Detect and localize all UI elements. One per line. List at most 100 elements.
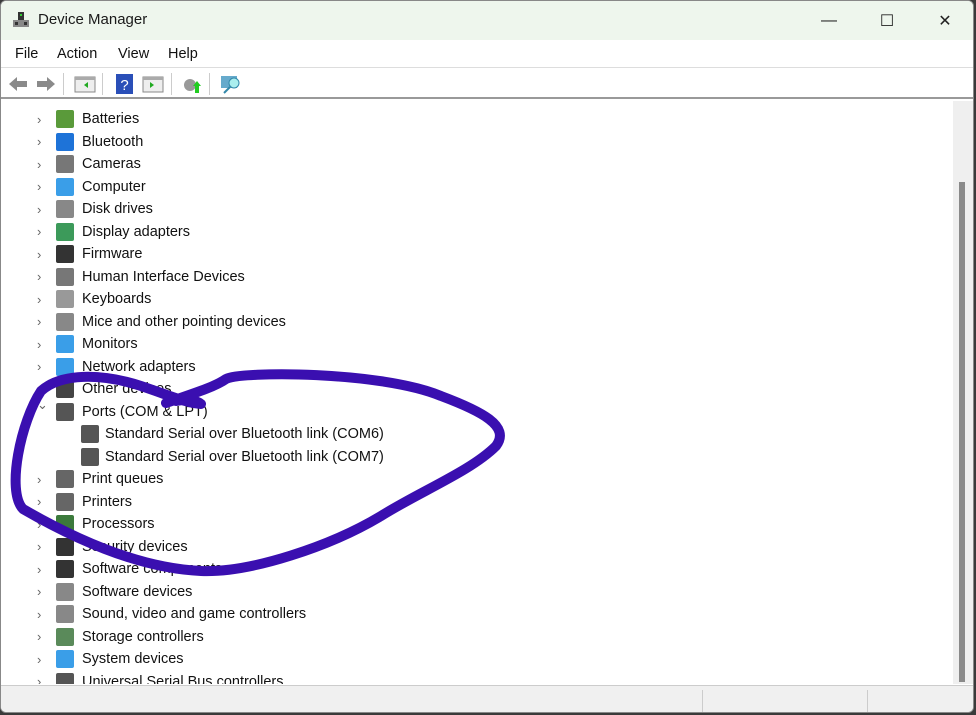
help-icon[interactable]: ? <box>114 73 136 95</box>
printer-icon <box>56 470 74 488</box>
chevron-down-icon[interactable]: ⌄ <box>37 397 48 413</box>
menu-file[interactable]: File <box>15 46 38 62</box>
chevron-right-icon[interactable]: › <box>37 134 47 149</box>
chevron-right-icon[interactable]: › <box>37 562 47 577</box>
tree-category[interactable]: › Printers <box>4 491 944 513</box>
menu-help[interactable]: Help <box>168 46 198 62</box>
tree-category[interactable]: › Print queues <box>4 468 944 490</box>
tree-category[interactable]: › Disk drives <box>4 198 944 220</box>
tree-item-label: Firmware <box>82 246 143 262</box>
minimize-button[interactable]: — <box>800 1 858 40</box>
menu-view[interactable]: View <box>118 46 149 62</box>
tree-category[interactable]: › Cameras <box>4 153 944 175</box>
show-hide-console-tree-icon[interactable] <box>74 73 96 95</box>
tree-category[interactable]: › Monitors <box>4 333 944 355</box>
tree-item-label: Cameras <box>82 156 141 172</box>
title-bar: Device Manager — ☐ ✕ <box>1 1 973 40</box>
maximize-button[interactable]: ☐ <box>858 1 916 40</box>
mouse-icon <box>56 312 74 331</box>
tree-category[interactable]: › Security devices <box>4 536 944 558</box>
update-driver-icon[interactable] <box>181 73 203 95</box>
unknown-device-icon <box>56 380 74 398</box>
device-tree[interactable]: › Batteries › Bluetooth › Cameras › Computer › Di… <box>4 101 952 684</box>
firmware-icon <box>56 245 74 263</box>
forward-icon[interactable] <box>35 73 57 95</box>
network-adapter-icon <box>56 357 74 376</box>
chevron-right-icon[interactable]: › <box>37 382 47 397</box>
chevron-right-icon[interactable]: › <box>37 539 47 554</box>
scan-hardware-icon[interactable] <box>220 73 242 95</box>
vertical-scrollbar[interactable] <box>953 101 973 684</box>
chevron-right-icon[interactable]: › <box>37 337 47 352</box>
tree-category[interactable]: › Software components <box>4 558 944 580</box>
tree-category[interactable]: › Batteries <box>4 108 944 130</box>
software-component-icon <box>56 560 74 578</box>
chevron-right-icon[interactable]: › <box>37 584 47 599</box>
svg-text:?: ? <box>120 77 128 94</box>
tree-item-label: Software devices <box>82 583 193 600</box>
chevron-right-icon[interactable]: › <box>37 314 47 329</box>
monitor-icon <box>56 335 74 353</box>
tree-category[interactable]: › Sound, video and game controllers <box>4 603 944 625</box>
bluetooth-icon <box>56 132 74 151</box>
chevron-right-icon[interactable]: › <box>37 179 47 194</box>
window-title: Device Manager <box>38 11 148 28</box>
chevron-right-icon[interactable]: › <box>37 292 47 307</box>
show-action-pane-icon[interactable] <box>142 73 164 95</box>
port-icon <box>81 425 99 443</box>
chevron-right-icon[interactable]: › <box>37 607 47 622</box>
storage-controller-icon <box>56 627 74 646</box>
chevron-right-icon[interactable]: › <box>37 112 47 127</box>
tree-category[interactable]: › Keyboards <box>4 288 944 310</box>
tree-item-label: Storage controllers <box>82 628 204 645</box>
chevron-right-icon[interactable]: › <box>37 157 47 172</box>
keyboard-icon <box>56 290 74 308</box>
tree-category[interactable]: › Computer <box>4 176 944 198</box>
menu-action[interactable]: Action <box>57 46 97 62</box>
chevron-right-icon[interactable]: › <box>37 652 47 667</box>
chevron-right-icon[interactable]: › <box>37 472 47 487</box>
chevron-right-icon[interactable]: › <box>37 629 47 644</box>
port-icon <box>56 402 74 421</box>
tree-category[interactable]: ⌄ Ports (COM & LPT) <box>4 397 944 423</box>
tree-category[interactable]: › Human Interface Devices <box>4 266 944 288</box>
tree-item-label: Printers <box>82 493 132 510</box>
tree-item-label: Security devices <box>82 538 188 555</box>
back-icon[interactable] <box>7 73 29 95</box>
tree-category[interactable]: › Network adapters <box>4 356 944 378</box>
tree-category[interactable]: › System devices <box>4 648 944 670</box>
tree-item-label: Batteries <box>82 111 140 127</box>
tree-category[interactable]: › Other devices <box>4 378 944 400</box>
chevron-right-icon[interactable]: › <box>37 224 47 239</box>
tree-item-label: Monitors <box>82 336 138 352</box>
chevron-right-icon[interactable]: › <box>37 359 47 374</box>
processor-icon <box>56 515 74 533</box>
tree-child-item[interactable]: Standard Serial over Bluetooth link (COM… <box>4 446 944 468</box>
tree-child-item[interactable]: Standard Serial over Bluetooth link (COM… <box>4 423 944 445</box>
chevron-right-icon[interactable]: › <box>37 269 47 284</box>
chevron-right-icon[interactable]: › <box>37 517 47 532</box>
speaker-icon <box>56 605 74 623</box>
port-icon <box>81 447 99 466</box>
tree-category[interactable]: › Processors <box>4 513 944 535</box>
chevron-right-icon[interactable]: › <box>37 247 47 262</box>
chevron-right-icon[interactable]: › <box>37 674 47 684</box>
tree-category[interactable]: › Bluetooth <box>4 131 944 153</box>
chevron-right-icon[interactable]: › <box>37 494 47 509</box>
tree-category[interactable]: › Firmware <box>4 243 944 265</box>
tree-item-label: Disk drives <box>82 201 153 217</box>
tree-category[interactable]: › Storage controllers <box>4 626 944 648</box>
software-device-icon <box>56 582 74 601</box>
tree-item-label: Mice and other pointing devices <box>82 313 286 330</box>
tree-item-label: Processors <box>82 516 155 532</box>
close-button[interactable]: ✕ <box>916 1 973 40</box>
chevron-right-icon[interactable]: › <box>37 202 47 217</box>
device-manager-icon <box>13 12 29 27</box>
tree-item-label: Display adapters <box>82 223 190 240</box>
tree-category[interactable]: › Display adapters <box>4 221 944 243</box>
tree-item-label: Ports (COM & LPT) <box>82 403 208 420</box>
tree-category[interactable]: › Mice and other pointing devices <box>4 311 944 333</box>
tree-category[interactable]: › Software devices <box>4 581 944 603</box>
scrollbar-thumb[interactable] <box>959 182 965 682</box>
tree-category[interactable]: › Universal Serial Bus controllers <box>4 671 944 684</box>
